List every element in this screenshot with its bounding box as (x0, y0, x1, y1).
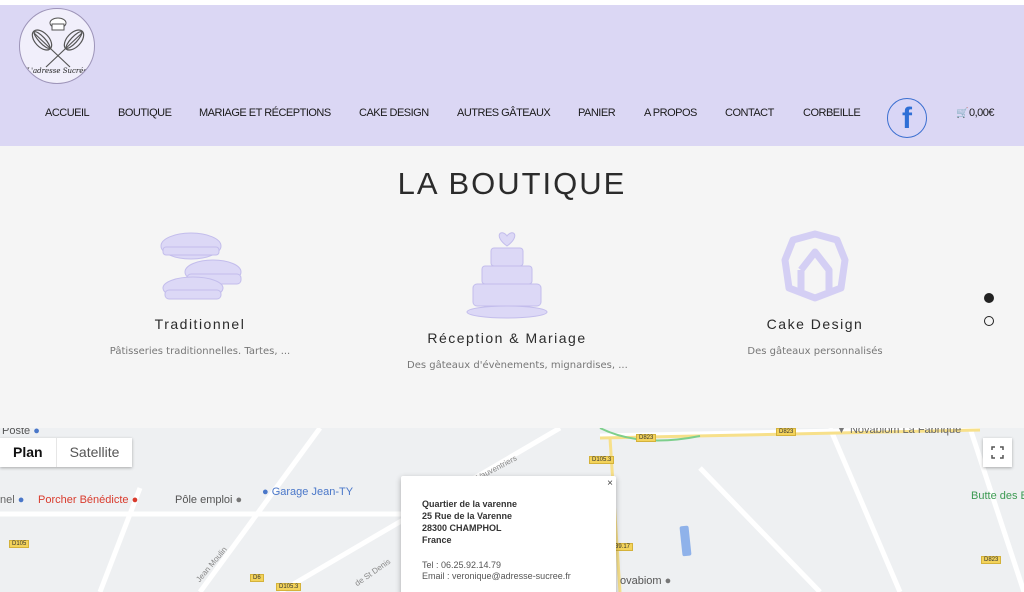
card-title: Réception & Mariage (427, 330, 587, 346)
close-icon[interactable]: × (607, 478, 613, 489)
road-tag: D105.3 (276, 583, 302, 591)
logo-text: L'adresse Sucrée (26, 67, 88, 75)
poi-label: Poste (2, 428, 31, 437)
road-tag: D823 (776, 428, 797, 436)
info-tel: Tel : 06.25.92.14.79 (422, 560, 502, 570)
road-tag: D105.3 (589, 456, 615, 464)
poi-label: Pôle emploi (175, 494, 233, 506)
card-title: Cake Design (766, 316, 864, 332)
poi-label: Porcher Bénédicte (38, 494, 129, 506)
cart-link[interactable]: 🛒0,00€ (956, 107, 994, 119)
nav-corbeille[interactable]: CORBEILLE (803, 107, 861, 119)
section-title: LA BOUTIQUE (397, 166, 627, 201)
fullscreen-button[interactable] (983, 438, 1012, 467)
nav-accueil[interactable]: ACCUEIL (45, 107, 90, 119)
poi-garage[interactable]: ● Garage Jean-TY (262, 486, 353, 498)
card-cake-design[interactable]: Cake Design Des gâteaux personnalisés (715, 230, 915, 357)
info-email[interactable]: Email : veronique@adresse-sucree.fr (422, 571, 616, 582)
poi-poste[interactable]: Poste ● (2, 428, 40, 437)
nav-boutique[interactable]: BOUTIQUE (118, 107, 172, 119)
cart-total: 0,00€ (968, 107, 995, 119)
poi-nel[interactable]: nel ● (0, 494, 24, 506)
map-satellite-button[interactable]: Satellite (57, 438, 133, 467)
main-nav: ACCUEIL BOUTIQUE MARIAGE ET RÉCEPTIONS C… (0, 89, 1024, 141)
poi-label: nel (0, 494, 15, 506)
boutique-section: LA BOUTIQUE Traditionnel Pâtisseries tra… (0, 146, 1024, 428)
road-tag: D823 (981, 556, 1002, 564)
cake-design-icon (781, 230, 849, 302)
nav-contact[interactable]: CONTACT (725, 107, 774, 119)
facebook-letter: f (902, 102, 912, 135)
map-info-window: × Quartier de la varenne 25 Rue de la Va… (401, 476, 616, 592)
google-map[interactable]: Plan Satellite Poste ● nel ● Porcher Bén… (0, 428, 1024, 592)
slider-dot-2[interactable] (984, 316, 994, 326)
site-header: L'adresse Sucrée ACCUEIL BOUTIQUE MARIAG… (0, 5, 1024, 146)
info-country: France (422, 535, 452, 545)
card-traditionnel[interactable]: Traditionnel Pâtisseries traditionnelles… (100, 230, 300, 357)
cart-icon: 🛒 (956, 108, 968, 119)
info-city: 28300 CHAMPHOL (422, 523, 502, 533)
nav-autres-gateaux[interactable]: AUTRES GÂTEAUX (457, 107, 551, 119)
poi-novabiom-fabrique[interactable]: ▼ Novabiom La Fabrique (836, 428, 961, 436)
poi-label: Novabiom La Fabrique (849, 428, 962, 436)
pastries-icon (160, 232, 242, 300)
poi-pole-emploi[interactable]: Pôle emploi ● (175, 494, 242, 506)
nav-panier[interactable]: PANIER (578, 107, 616, 119)
slider-dot-1[interactable] (984, 293, 994, 303)
card-title: Traditionnel (154, 316, 246, 332)
shopping-pin-icon: ● (131, 494, 139, 506)
card-reception-mariage[interactable]: Réception & Mariage Des gâteaux d'évènem… (407, 226, 628, 371)
fullscreen-icon (991, 446, 1004, 459)
nav-mariage-receptions[interactable]: MARIAGE ET RÉCEPTIONS (199, 107, 331, 119)
facebook-icon[interactable]: f (887, 98, 927, 138)
poi-novabiom[interactable]: ovabiom ● (620, 575, 671, 587)
nav-a-propos[interactable]: A PROPOS (644, 107, 697, 119)
road-tag: D823 (636, 434, 657, 442)
nav-cake-design[interactable]: CAKE DESIGN (359, 107, 429, 119)
card-desc: Des gâteaux d'évènements, mignardises, .… (407, 360, 628, 371)
pin-icon: ▼ (836, 428, 847, 436)
map-plan-button[interactable]: Plan (0, 438, 57, 467)
site-logo[interactable]: L'adresse Sucrée (19, 8, 95, 84)
map-type-control: Plan Satellite (0, 438, 133, 467)
poi-label: ovabiom (620, 575, 662, 587)
info-name: Quartier de la varenne (422, 499, 518, 509)
poi-label: Garage Jean-TY (271, 486, 354, 498)
card-desc: Pâtisseries traditionnelles. Tartes, ... (109, 346, 291, 357)
road-tag: D105 (9, 540, 30, 548)
info-street: 25 Rue de la Varenne (422, 511, 513, 521)
poi-porcher[interactable]: Porcher Bénédicte ● (38, 494, 138, 506)
road-tag: D6 (250, 574, 264, 582)
wedding-cake-icon (466, 232, 548, 319)
poi-butte[interactable]: Butte des B (971, 490, 1024, 502)
card-desc: Des gâteaux personnalisés (747, 346, 883, 357)
garage-pin-icon: ● (262, 486, 269, 498)
